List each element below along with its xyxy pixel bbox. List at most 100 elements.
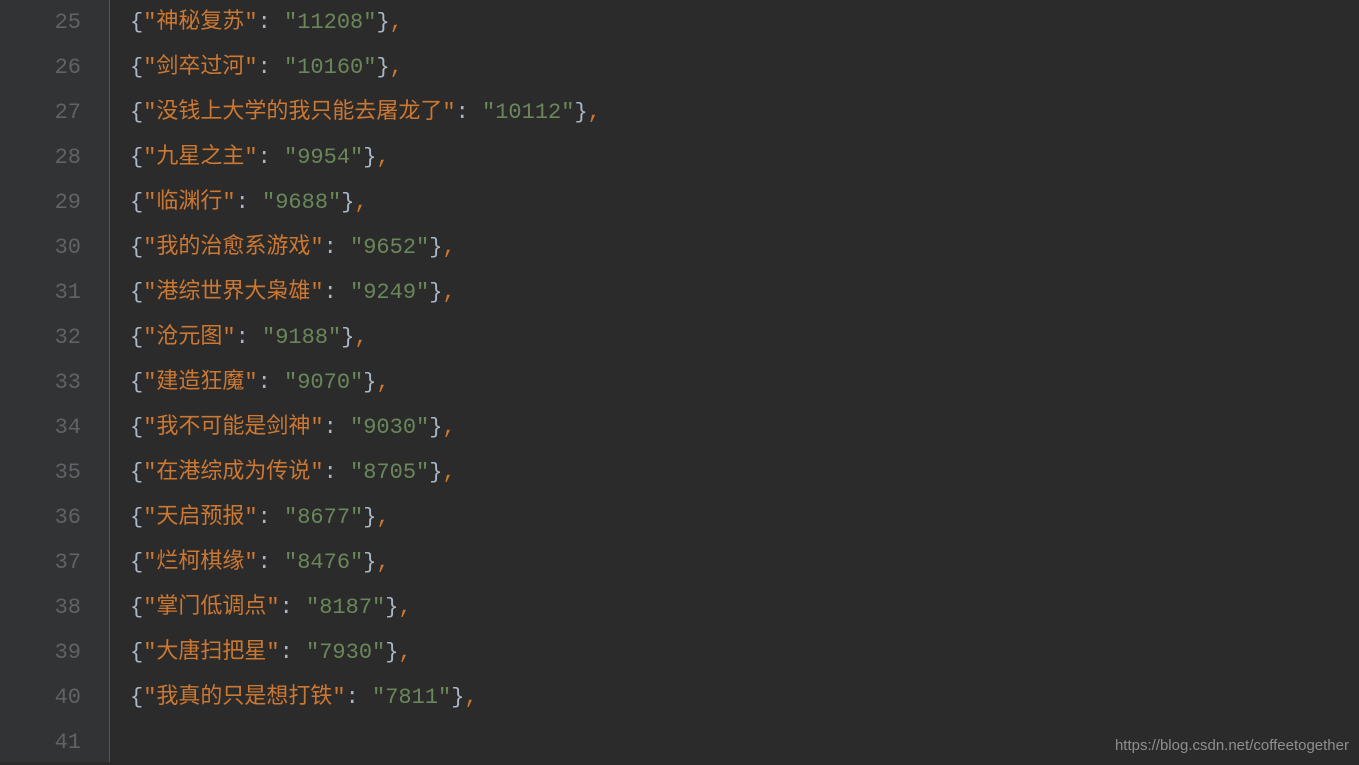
colon: : xyxy=(324,415,350,440)
entry-value: "9688" xyxy=(262,190,341,215)
open-brace: { xyxy=(130,595,143,620)
entry-key: "我的治愈系游戏" xyxy=(143,235,323,260)
close-brace: } xyxy=(429,235,442,260)
line-number: 29 xyxy=(0,180,81,225)
entry-key: "天启预报" xyxy=(143,505,257,530)
trailing-comma: , xyxy=(390,10,403,35)
code-line[interactable]: {"没钱上大学的我只能去屠龙了": "10112"}, xyxy=(130,90,1359,135)
trailing-comma: , xyxy=(442,415,455,440)
entry-value: "7930" xyxy=(306,640,385,665)
open-brace: { xyxy=(130,190,143,215)
line-number: 33 xyxy=(0,360,81,405)
entry-value: "8187" xyxy=(306,595,385,620)
open-brace: { xyxy=(130,640,143,665)
entry-key: "在港综成为传说" xyxy=(143,460,323,485)
trailing-comma: , xyxy=(390,55,403,80)
colon: : xyxy=(258,10,284,35)
entry-value: "10160" xyxy=(284,55,376,80)
code-line[interactable]: {"在港综成为传说": "8705"}, xyxy=(130,450,1359,495)
entry-value: "8476" xyxy=(284,550,363,575)
line-number: 39 xyxy=(0,630,81,675)
open-brace: { xyxy=(130,145,143,170)
line-number: 25 xyxy=(0,0,81,45)
open-brace: { xyxy=(130,55,143,80)
code-line[interactable]: {"烂柯棋缘": "8476"}, xyxy=(130,540,1359,585)
entry-value: "8705" xyxy=(350,460,429,485)
entry-value: "9249" xyxy=(350,280,429,305)
close-brace: } xyxy=(363,145,376,170)
trailing-comma: , xyxy=(354,190,367,215)
code-line[interactable]: {"大唐扫把星": "7930"}, xyxy=(130,630,1359,675)
entry-key: "大唐扫把星" xyxy=(143,640,279,665)
colon: : xyxy=(258,55,284,80)
close-brace: } xyxy=(363,505,376,530)
code-line[interactable]: {"我不可能是剑神": "9030"}, xyxy=(130,405,1359,450)
entry-value: "9954" xyxy=(284,145,363,170)
open-brace: { xyxy=(130,550,143,575)
code-line[interactable]: {"九星之主": "9954"}, xyxy=(130,135,1359,180)
line-number: 40 xyxy=(0,675,81,720)
entry-value: "11208" xyxy=(284,10,376,35)
code-line[interactable]: {"天启预报": "8677"}, xyxy=(130,495,1359,540)
trailing-comma: , xyxy=(588,100,601,125)
code-line[interactable]: {"沧元图": "9188"}, xyxy=(130,315,1359,360)
entry-value: "9070" xyxy=(284,370,363,395)
code-line[interactable]: {"港综世界大枭雄": "9249"}, xyxy=(130,270,1359,315)
line-number-gutter: 2526272829303132333435363738394041 xyxy=(0,0,110,762)
line-number: 30 xyxy=(0,225,81,270)
code-line[interactable]: {"剑卒过河": "10160"}, xyxy=(130,45,1359,90)
line-number: 38 xyxy=(0,585,81,630)
open-brace: { xyxy=(130,370,143,395)
code-line[interactable]: {"掌门低调点": "8187"}, xyxy=(130,585,1359,630)
close-brace: } xyxy=(429,280,442,305)
entry-key: "建造狂魔" xyxy=(143,370,257,395)
code-line[interactable]: {"我真的只是想打铁": "7811"}, xyxy=(130,675,1359,720)
entry-key: "九星之主" xyxy=(143,145,257,170)
trailing-comma: , xyxy=(376,370,389,395)
trailing-comma: , xyxy=(442,280,455,305)
line-number: 31 xyxy=(0,270,81,315)
entry-value: "9652" xyxy=(350,235,429,260)
code-line[interactable]: {"建造狂魔": "9070"}, xyxy=(130,360,1359,405)
entry-value: "9188" xyxy=(262,325,341,350)
colon: : xyxy=(456,100,482,125)
close-brace: } xyxy=(385,595,398,620)
line-number: 27 xyxy=(0,90,81,135)
open-brace: { xyxy=(130,415,143,440)
colon: : xyxy=(280,640,306,665)
code-line[interactable]: {"神秘复苏": "11208"}, xyxy=(130,0,1359,45)
close-brace: } xyxy=(376,10,389,35)
code-line[interactable]: {"我的治愈系游戏": "9652"}, xyxy=(130,225,1359,270)
open-brace: { xyxy=(130,10,143,35)
trailing-comma: , xyxy=(398,595,411,620)
code-editor[interactable]: 2526272829303132333435363738394041 {"神秘复… xyxy=(0,0,1359,762)
open-brace: { xyxy=(130,505,143,530)
entry-key: "沧元图" xyxy=(143,325,235,350)
trailing-comma: , xyxy=(398,640,411,665)
close-brace: } xyxy=(451,685,464,710)
trailing-comma: , xyxy=(376,550,389,575)
line-number: 34 xyxy=(0,405,81,450)
close-brace: } xyxy=(363,550,376,575)
line-number: 32 xyxy=(0,315,81,360)
code-line[interactable]: {"临渊行": "9688"}, xyxy=(130,180,1359,225)
trailing-comma: , xyxy=(376,145,389,170)
line-number: 36 xyxy=(0,495,81,540)
line-number: 37 xyxy=(0,540,81,585)
entry-key: "烂柯棋缘" xyxy=(143,550,257,575)
entry-key: "没钱上大学的我只能去屠龙了" xyxy=(143,100,455,125)
entry-key: "临渊行" xyxy=(143,190,235,215)
entry-value: "7811" xyxy=(372,685,451,710)
colon: : xyxy=(236,190,262,215)
code-content[interactable]: {"神秘复苏": "11208"},{"剑卒过河": "10160"},{"没钱… xyxy=(110,0,1359,762)
colon: : xyxy=(280,595,306,620)
line-number: 26 xyxy=(0,45,81,90)
entry-key: "我真的只是想打铁" xyxy=(143,685,345,710)
colon: : xyxy=(258,145,284,170)
open-brace: { xyxy=(130,235,143,260)
close-brace: } xyxy=(385,640,398,665)
open-brace: { xyxy=(130,460,143,485)
colon: : xyxy=(324,235,350,260)
trailing-comma: , xyxy=(376,505,389,530)
trailing-comma: , xyxy=(464,685,477,710)
